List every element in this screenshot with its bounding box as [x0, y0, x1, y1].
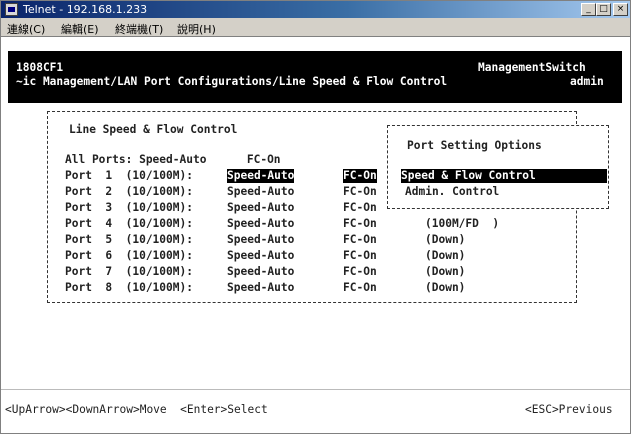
port-label: Port 5 (10/100M): — [65, 233, 193, 246]
terminal-screen[interactable]: 1808CF1 ManagementSwitch ~ic Management/… — [1, 37, 630, 433]
port-speed-value[interactable]: Speed-Auto — [227, 249, 294, 263]
options-menu-title: Port Setting Options — [407, 139, 542, 152]
telnet-window: Telnet - 192.168.1.233 _ □ × 連線(C) 編輯(E)… — [0, 0, 631, 434]
port-label: Port 4 (10/100M): — [65, 217, 193, 230]
current-user: admin — [570, 75, 604, 88]
option-admin-control[interactable]: Admin. Control — [405, 185, 499, 199]
port-fc-value[interactable]: FC-On — [343, 265, 377, 279]
port-label: Port 8 (10/100M): — [65, 281, 193, 294]
key-hints: <UpArrow><DownArrow>Move <Enter>Select — [5, 403, 268, 416]
port-fc-value[interactable]: FC-On — [343, 217, 377, 231]
panel-title: Line Speed & Flow Control — [69, 123, 238, 136]
port-fc-value[interactable]: FC-On — [343, 281, 377, 295]
port-speed-value[interactable]: Speed-Auto — [227, 185, 294, 199]
option-speed-flow-control[interactable]: Speed & Flow Control — [401, 169, 607, 183]
port-link-status: (100M/FD ) — [425, 217, 500, 230]
menu-bar: 連線(C) 編輯(E) 終端機(T) 說明(H) — [1, 18, 630, 37]
port-label: Port 7 (10/100M): — [65, 265, 193, 278]
device-model: 1808CF1 — [16, 61, 64, 74]
menu-connect[interactable]: 連線(C) — [7, 21, 45, 37]
port-label: Port 1 (10/100M): — [65, 169, 193, 182]
port-speed-value[interactable]: Speed-Auto — [227, 217, 294, 231]
minimize-button[interactable]: _ — [581, 3, 596, 16]
product-name: ManagementSwitch — [478, 61, 586, 74]
port-label: Port 3 (10/100M): — [65, 201, 193, 214]
port-link-status: (Down) — [425, 281, 466, 294]
port-speed-value[interactable]: Speed-Auto — [227, 201, 294, 215]
maximize-button[interactable]: □ — [596, 3, 611, 16]
port-fc-value[interactable]: FC-On — [343, 201, 377, 215]
port-fc-value[interactable]: FC-On — [343, 185, 377, 199]
port-fc-value[interactable]: FC-On — [343, 169, 377, 183]
all-ports-row[interactable]: All Ports: Speed-Auto FC-On — [65, 153, 281, 167]
window-title: Telnet - 192.168.1.233 — [23, 3, 148, 16]
port-link-status: (Down) — [425, 265, 466, 278]
telnet-app-icon[interactable] — [5, 3, 18, 16]
title-bar[interactable]: Telnet - 192.168.1.233 _ □ × — [1, 1, 630, 18]
footer-divider — [1, 389, 630, 390]
menu-help[interactable]: 說明(H) — [177, 21, 216, 37]
port-label: Port 6 (10/100M): — [65, 249, 193, 262]
header-banner: 1808CF1 ManagementSwitch ~ic Management/… — [8, 51, 622, 103]
close-button[interactable]: × — [613, 3, 628, 16]
port-speed-value[interactable]: Speed-Auto — [227, 281, 294, 295]
port-fc-value[interactable]: FC-On — [343, 249, 377, 263]
port-label: Port 2 (10/100M): — [65, 185, 193, 198]
menu-edit[interactable]: 編輯(E) — [61, 21, 99, 37]
port-speed-value[interactable]: Speed-Auto — [227, 169, 295, 183]
menu-path: ~ic Management/LAN Port Configurations/L… — [16, 75, 448, 88]
esc-hint: <ESC>Previous — [525, 403, 613, 416]
port-link-status: (Down) — [425, 233, 466, 246]
port-fc-value[interactable]: FC-On — [343, 233, 377, 247]
port-link-status: (Down) — [425, 249, 466, 262]
menu-terminal[interactable]: 終端機(T) — [115, 21, 163, 37]
port-speed-value[interactable]: Speed-Auto — [227, 233, 294, 247]
port-speed-value[interactable]: Speed-Auto — [227, 265, 294, 279]
